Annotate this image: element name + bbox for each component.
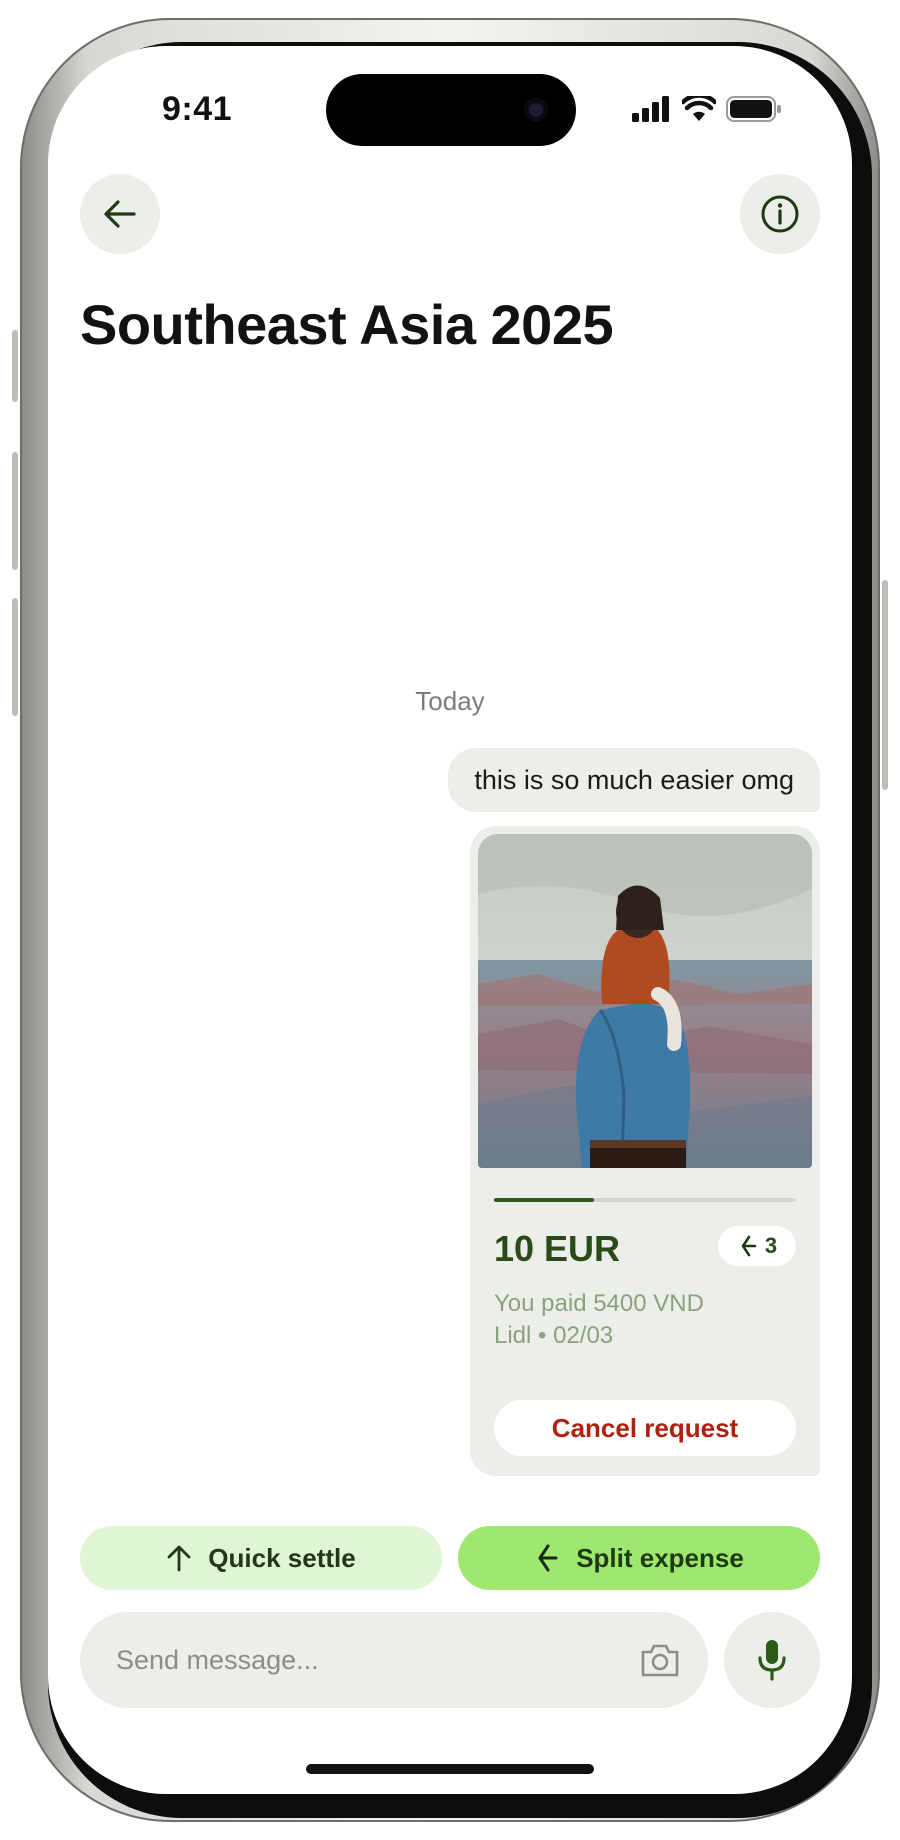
status-icons <box>632 96 782 122</box>
split-expense-label: Split expense <box>576 1542 744 1573</box>
message-input[interactable] <box>80 1612 708 1708</box>
status-time: 9:41 <box>162 90 233 128</box>
camera-icon <box>641 1644 679 1677</box>
back-button[interactable] <box>80 174 160 254</box>
home-indicator[interactable] <box>306 1764 594 1774</box>
action-button <box>12 330 18 402</box>
microphone-icon <box>758 1640 786 1681</box>
date-divider: Today <box>415 686 485 716</box>
split-expense-button[interactable]: Split expense <box>458 1526 820 1590</box>
message-text: this is so much easier omg <box>474 764 794 795</box>
signal-icon <box>632 96 669 122</box>
quick-settle-button[interactable]: Quick settle <box>80 1526 442 1590</box>
cancel-request-label: Cancel request <box>551 1412 739 1443</box>
app-screen: 9:41 Southeast Asia 2025 Today this is s… <box>48 46 852 1794</box>
paid-amount-text: You paid 5400 VND <box>494 1290 704 1317</box>
expense-request-card[interactable]: 10 EUR 3 You paid 5400 VND Lidl • 02/03 … <box>470 826 820 1476</box>
arrow-left-icon <box>104 200 136 228</box>
dynamic-island <box>326 74 576 146</box>
split-icon <box>741 1235 757 1257</box>
battery-icon <box>726 96 781 122</box>
microphone-button[interactable] <box>724 1612 820 1708</box>
front-camera-icon <box>524 98 548 122</box>
payment-progress-fill <box>494 1198 594 1202</box>
expense-amount: 10 EUR <box>494 1228 621 1269</box>
quick-settle-label: Quick settle <box>208 1542 356 1573</box>
side-power-button <box>882 580 888 790</box>
split-count: 3 <box>764 1233 778 1258</box>
camera-button[interactable] <box>638 1640 682 1680</box>
payment-progress <box>494 1198 796 1202</box>
message-bubble[interactable]: this is so much easier omg <box>448 748 820 812</box>
page-title: Southeast Asia 2025 <box>80 293 614 356</box>
split-icon <box>538 1544 558 1572</box>
info-icon <box>761 195 799 233</box>
merchant-date-text: Lidl • 02/03 <box>494 1322 614 1349</box>
expense-photo[interactable] <box>478 834 812 1168</box>
split-count-badge[interactable]: 3 <box>718 1226 796 1266</box>
volume-up-button <box>12 452 18 570</box>
volume-down-button <box>12 598 18 716</box>
wifi-icon <box>682 96 716 121</box>
info-button[interactable] <box>740 174 820 254</box>
cancel-request-button[interactable]: Cancel request <box>494 1400 796 1456</box>
arrow-up-icon <box>167 1545 191 1572</box>
photo-image <box>478 834 812 1168</box>
